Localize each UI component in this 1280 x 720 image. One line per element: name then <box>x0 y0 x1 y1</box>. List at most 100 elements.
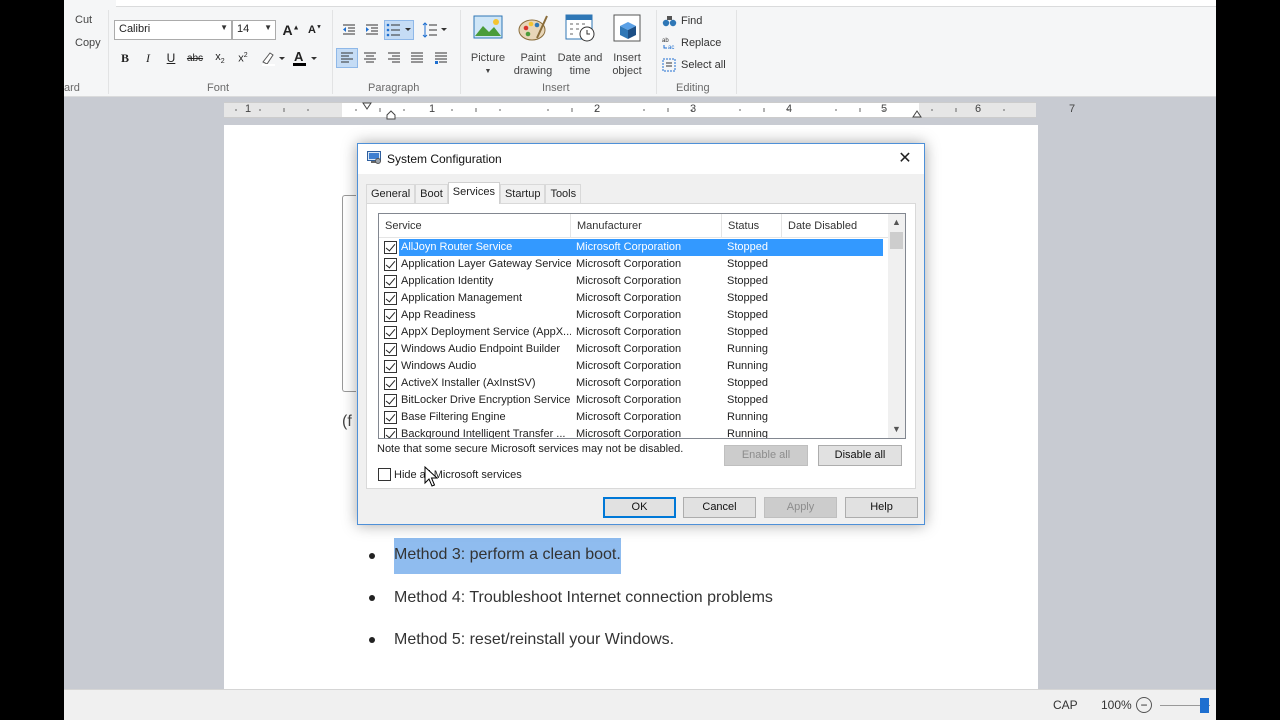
dialog-title-bar[interactable]: System Configuration ✕ <box>358 144 924 174</box>
disable-all-button[interactable]: Disable all <box>818 445 902 466</box>
column-header-date-disabled[interactable]: Date Disabled <box>782 214 889 238</box>
zoom-slider-thumb[interactable] <box>1200 698 1209 713</box>
service-status: Running <box>727 343 768 355</box>
service-checkbox[interactable] <box>384 292 397 305</box>
table-row[interactable]: Base Filtering Engine Microsoft Corporati… <box>379 409 889 426</box>
list-item[interactable]: Method 3: perform a clean boot. <box>364 535 773 577</box>
column-header-service[interactable]: Service <box>379 214 571 238</box>
services-list[interactable]: Service Manufacturer Status Date Disable… <box>378 213 906 439</box>
increase-indent-icon <box>366 24 378 35</box>
table-row[interactable]: Application Identity Microsoft Corporatio… <box>379 273 889 290</box>
service-checkbox[interactable] <box>384 309 397 322</box>
replace-button[interactable]: ab ac Replace <box>662 36 721 50</box>
table-row[interactable]: Windows Audio Microsoft Corporation Runnin… <box>379 358 889 375</box>
line-spacing-icon <box>422 22 447 38</box>
service-checkbox[interactable] <box>384 428 397 438</box>
scroll-down-icon[interactable]: ▼ <box>888 421 905 438</box>
table-row[interactable]: Application Layer Gateway Service Microso… <box>379 256 889 273</box>
date-time-button[interactable]: Date and time <box>556 12 604 78</box>
font-size-combo[interactable]: 14 ▼ <box>232 20 276 40</box>
enable-all-button[interactable]: Enable all <box>724 445 808 466</box>
tab-tools[interactable]: Tools <box>545 184 582 204</box>
service-checkbox[interactable] <box>384 241 397 254</box>
superscript-button[interactable]: x2 <box>232 48 254 68</box>
subscript-button[interactable]: x2 <box>209 48 231 68</box>
table-row[interactable]: AllJoyn Router Service Microsoft Corporat… <box>379 239 889 256</box>
svg-text:A: A <box>294 49 304 64</box>
hanging-indent-marker[interactable] <box>386 110 396 120</box>
highlight-button[interactable] <box>258 48 288 68</box>
underline-icon: U <box>166 51 176 65</box>
table-row[interactable]: BitLocker Drive Encryption Service Micros… <box>379 392 889 409</box>
service-checkbox[interactable] <box>384 343 397 356</box>
service-checkbox[interactable] <box>384 411 397 424</box>
service-checkbox[interactable] <box>384 258 397 271</box>
service-checkbox[interactable] <box>384 275 397 288</box>
insert-object-button[interactable]: Insert object <box>604 12 650 78</box>
paragraph-dialog-button[interactable] <box>430 48 452 68</box>
chevron-down-icon: ▼ <box>264 23 272 32</box>
italic-button[interactable]: I <box>137 48 159 68</box>
tab-general[interactable]: General <box>366 184 416 204</box>
table-row[interactable]: App Readiness Microsoft Corporation Stoppe… <box>379 307 889 324</box>
grow-font-button[interactable]: A▲ <box>280 20 302 40</box>
shrink-font-button[interactable]: A▼ <box>304 20 326 40</box>
list-scrollbar[interactable]: ▲ ▼ <box>888 214 905 438</box>
paint-drawing-button[interactable]: Paint drawing <box>510 12 556 78</box>
cut-button[interactable]: Cut <box>64 14 92 26</box>
table-row[interactable]: ActiveX Installer (AxInstSV) Microsoft Co… <box>379 375 889 392</box>
table-row[interactable]: Background Intelligent Transfer ... Micro… <box>379 426 889 438</box>
align-right-button[interactable] <box>383 48 405 68</box>
text-color-button[interactable]: A <box>290 48 320 68</box>
ruler-label: 3 <box>690 103 697 115</box>
service-checkbox[interactable] <box>384 377 397 390</box>
tab-services[interactable]: Services <box>447 182 500 204</box>
service-checkbox[interactable] <box>384 326 397 339</box>
italic-icon: I <box>146 50 150 65</box>
justify-button[interactable] <box>406 48 428 68</box>
service-checkbox[interactable] <box>384 394 397 407</box>
service-manufacturer: Microsoft Corporation <box>576 360 682 372</box>
checkbox[interactable] <box>378 468 391 481</box>
tab-boot[interactable]: Boot <box>415 184 448 204</box>
help-button[interactable]: Help <box>845 497 918 518</box>
apply-button[interactable]: Apply <box>764 497 837 518</box>
table-row[interactable]: AppX Deployment Service (AppX... Microsof… <box>379 324 889 341</box>
decrease-indent-button[interactable] <box>338 20 360 40</box>
column-header-status[interactable]: Status <box>722 214 782 238</box>
align-center-button[interactable] <box>359 48 381 68</box>
column-header-manufacturer[interactable]: Manufacturer <box>571 214 722 238</box>
tab-startup[interactable]: Startup <box>499 184 546 204</box>
right-indent-marker[interactable] <box>912 110 922 118</box>
horizontal-ruler[interactable]: 1 1 2 3 4 5 6 7 <box>224 102 1075 120</box>
scroll-thumb[interactable] <box>890 232 903 249</box>
cancel-button[interactable]: Cancel <box>683 497 756 518</box>
hide-ms-services-checkbox[interactable]: Hide all Microsoft services <box>378 468 522 481</box>
table-row[interactable]: Application Management Microsoft Corporat… <box>379 290 889 307</box>
service-status: Stopped <box>727 275 768 287</box>
strikethrough-button[interactable]: abc <box>184 48 206 68</box>
increase-indent-button[interactable] <box>361 20 383 40</box>
bold-button[interactable]: B <box>114 48 136 68</box>
font-name-combo[interactable]: Calibri ▼ <box>114 20 232 40</box>
selected-text: Method 3: perform a clean boot. <box>394 538 621 574</box>
close-icon[interactable]: ✕ <box>895 149 915 169</box>
copy-button[interactable]: Copy <box>64 37 101 49</box>
select-all-button[interactable]: Select all <box>662 58 726 72</box>
chevron-down-icon: ▼ <box>484 68 492 75</box>
zoom-out-button[interactable]: − <box>1136 697 1152 713</box>
scroll-up-icon[interactable]: ▲ <box>888 214 905 231</box>
first-line-indent-marker[interactable] <box>362 102 372 110</box>
service-checkbox[interactable] <box>384 360 397 373</box>
insert-picture-button[interactable]: Picture ▼ <box>466 12 510 78</box>
line-spacing-button[interactable] <box>420 20 450 40</box>
find-button[interactable]: Find <box>662 14 702 27</box>
ok-button[interactable]: OK <box>603 497 676 518</box>
table-row[interactable]: Windows Audio Endpoint Builder Microsoft … <box>379 341 889 358</box>
list-item[interactable]: Method 4: Troubleshoot Internet connecti… <box>364 577 773 619</box>
list-item[interactable]: Method 5: reset/reinstall your Windows. <box>364 619 773 661</box>
underline-button[interactable]: U <box>160 48 182 68</box>
align-left-button[interactable] <box>336 48 358 68</box>
replace-icon: abac <box>662 38 674 50</box>
bullets-button[interactable] <box>384 20 414 40</box>
